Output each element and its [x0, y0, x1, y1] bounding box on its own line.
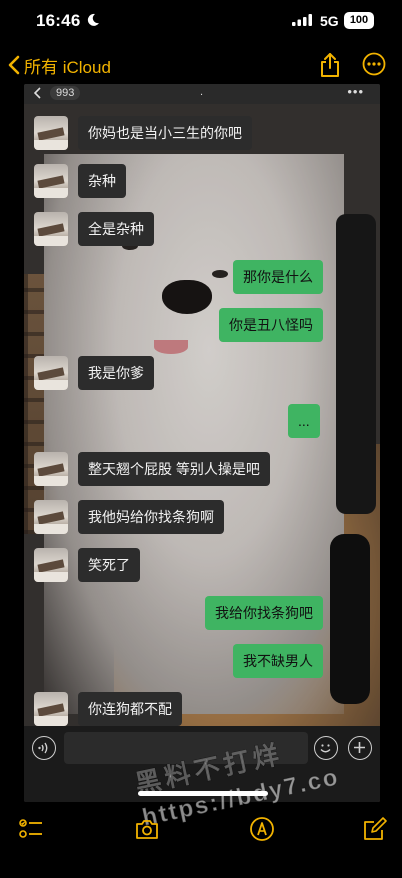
chat-title: . [200, 86, 204, 98]
composer-bottom-area [24, 770, 380, 802]
compose-icon[interactable] [362, 816, 388, 842]
message-bubble-outgoing[interactable]: 我不缺男人 [233, 644, 323, 678]
message-bubble-incoming[interactable]: 你连狗都不配 [78, 692, 182, 726]
home-indicator[interactable] [138, 791, 268, 796]
status-bar: 16:46 5G 100 [0, 0, 402, 44]
contact-avatar[interactable] [34, 116, 68, 150]
message-bubble-incoming[interactable]: 全是杂种 [78, 212, 154, 246]
voice-icon[interactable] [32, 736, 56, 760]
contact-avatar[interactable] [34, 692, 68, 726]
back-label: 所有 iCloud [24, 57, 111, 77]
message-bubble-outgoing[interactable]: ... [288, 404, 320, 438]
camera-icon[interactable] [134, 816, 160, 842]
status-time: 16:46 [36, 11, 81, 30]
signal-icon [292, 14, 312, 26]
contact-avatar[interactable] [34, 212, 68, 246]
emoji-icon[interactable] [314, 736, 338, 760]
chevron-left-icon [8, 55, 20, 75]
message-bubble-incoming[interactable]: 你妈也是当小三生的你吧 [78, 116, 252, 150]
message-bubble-outgoing[interactable]: 那你是什么 [233, 260, 323, 294]
plus-icon[interactable] [348, 736, 372, 760]
contact-avatar[interactable] [34, 452, 68, 486]
chat-back-button[interactable] [34, 87, 42, 99]
chat-screenshot[interactable]: 993 . ••• 你妈也是当小三生的你吧 杂种 全是杂种 那你是什么 你是丑八… [24, 84, 380, 802]
message-bubble-incoming[interactable]: 整天翘个屁股 等别人操是吧 [78, 452, 270, 486]
battery-icon: 100 [344, 12, 374, 29]
battery-level: 100 [349, 14, 369, 26]
chat-menu-button[interactable]: ••• [347, 84, 364, 99]
checklist-icon[interactable] [18, 816, 44, 842]
more-icon[interactable] [362, 52, 386, 76]
chevron-left-icon [34, 87, 41, 99]
contact-avatar[interactable] [34, 164, 68, 198]
message-input[interactable] [64, 732, 308, 764]
message-bubble-incoming[interactable]: 杂种 [78, 164, 126, 198]
chat-header: 993 . ••• [24, 84, 380, 104]
unread-count-badge: 993 [50, 86, 81, 100]
message-bubble-incoming[interactable]: 笑死了 [78, 548, 140, 582]
notes-toolbar [0, 808, 402, 848]
network-label: 5G [320, 13, 339, 29]
share-icon[interactable] [318, 52, 342, 78]
contact-avatar[interactable] [34, 548, 68, 582]
message-bubble-incoming[interactable]: 我是你爹 [78, 356, 154, 390]
message-composer [24, 726, 380, 770]
moon-icon [87, 13, 99, 26]
message-bubble-incoming[interactable]: 我他妈给你找条狗啊 [78, 500, 224, 534]
contact-avatar[interactable] [34, 500, 68, 534]
message-bubble-outgoing[interactable]: 我给你找条狗吧 [205, 596, 323, 630]
back-button[interactable]: 所有 iCloud [8, 52, 111, 78]
message-bubble-outgoing[interactable]: 你是丑八怪吗 [219, 308, 323, 342]
notes-nav-bar: 所有 iCloud [0, 44, 402, 86]
markup-icon[interactable] [249, 816, 275, 842]
contact-avatar[interactable] [34, 356, 68, 390]
